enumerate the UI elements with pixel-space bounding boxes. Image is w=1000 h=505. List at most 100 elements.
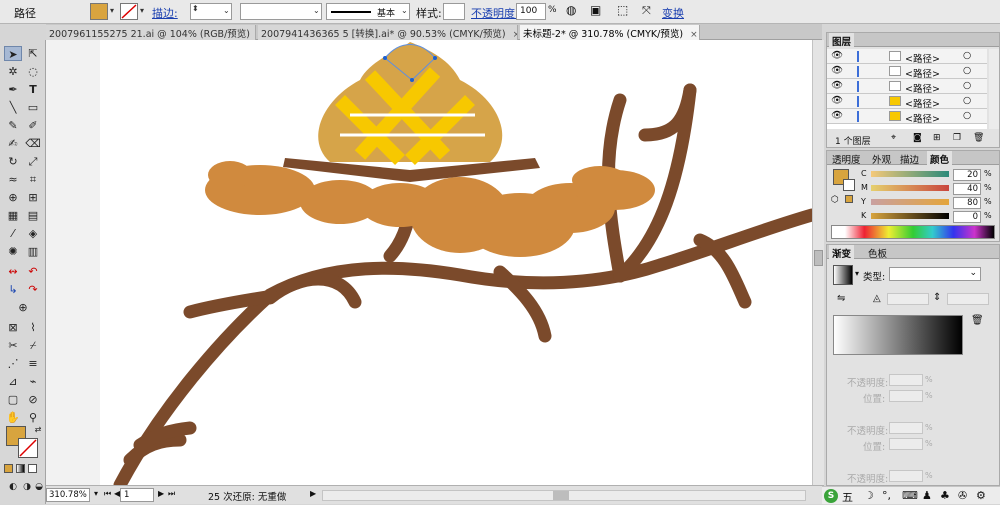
rotate-tool-icon[interactable]: ↻ xyxy=(4,154,22,169)
opacity-field[interactable]: 100 xyxy=(516,3,546,20)
stop-location-field[interactable] xyxy=(889,438,923,450)
scissors-tool-icon[interactable]: ✂ xyxy=(4,338,22,353)
color-mode-icon[interactable] xyxy=(4,464,13,473)
horizontal-scrollbar[interactable] xyxy=(322,490,806,501)
zoom-field[interactable]: 310.78% xyxy=(46,488,90,502)
status-menu-icon[interactable]: ▶ xyxy=(310,489,316,498)
rectangle-tool-icon[interactable]: ▭ xyxy=(24,100,42,115)
user-icon[interactable]: ♟ xyxy=(922,489,932,502)
tab-gradient[interactable]: 渐变 xyxy=(829,245,855,260)
measure-tool-icon[interactable]: ⊿ xyxy=(4,374,22,389)
gamut-swatch[interactable] xyxy=(845,195,853,203)
recolor-icon[interactable]: ◍ xyxy=(566,3,576,17)
mesh-tool-icon[interactable]: ▦ xyxy=(4,208,22,223)
transform-link[interactable]: 变换 xyxy=(662,5,684,21)
yellow-value[interactable]: 80 xyxy=(953,197,981,209)
gradient-tool-icon[interactable]: ▤ xyxy=(24,208,42,223)
color-spectrum[interactable] xyxy=(831,225,995,239)
settings-icon[interactable]: ⚙ xyxy=(976,489,986,502)
slider-track[interactable] xyxy=(871,185,949,191)
ime-logo-icon[interactable]: S xyxy=(824,489,838,503)
black-slider[interactable]: K xyxy=(861,211,957,223)
stop-opacity-field[interactable] xyxy=(889,422,923,434)
hand-tool-icon[interactable]: ✋ xyxy=(4,410,22,425)
line-tool-icon[interactable]: ╲ xyxy=(4,100,22,115)
scale-tool-icon[interactable]: ⤢ xyxy=(24,154,42,169)
layers-scrollbar[interactable] xyxy=(989,49,999,129)
blob-brush-tool-icon[interactable]: ✍ xyxy=(4,136,22,151)
lasso-tool-icon[interactable]: ◌ xyxy=(24,64,42,79)
chevron-down-icon[interactable]: ⌄ xyxy=(223,6,230,15)
live-paint-select-tool-icon[interactable]: ≡ xyxy=(24,356,42,371)
shape-builder-tool-icon[interactable]: ⊕ xyxy=(4,190,22,205)
stroke-swatch[interactable] xyxy=(18,438,38,458)
target-icon[interactable]: ○ xyxy=(963,80,971,91)
close-icon[interactable]: × xyxy=(513,30,517,40)
live-paint-tool-icon[interactable]: ⋰ xyxy=(4,356,22,371)
gradient-thumbnail[interactable] xyxy=(833,265,853,285)
slider-track[interactable] xyxy=(871,199,949,205)
eye-icon[interactable]: 👁 xyxy=(831,65,843,76)
eraser-tool-icon[interactable]: ⌫ xyxy=(24,136,42,151)
tab-stroke[interactable]: 描边 xyxy=(897,151,922,166)
eye-icon[interactable]: 👁 xyxy=(831,50,843,61)
first-page-icon[interactable]: ⏮ xyxy=(104,489,111,499)
direct-selection-tool-icon[interactable]: ⇱ xyxy=(24,46,42,61)
page-field[interactable]: 1 xyxy=(120,488,154,502)
crosshair-tool-icon[interactable]: ⊕ xyxy=(14,300,32,315)
layer-name[interactable]: <路径> xyxy=(905,111,940,125)
knife-tool-icon[interactable]: ⌿ xyxy=(24,338,42,353)
smooth-tool-icon[interactable]: ↷ xyxy=(24,282,42,297)
layer-row[interactable]: 👁 <路径> ○ xyxy=(827,64,987,80)
aspect-ratio-field[interactable] xyxy=(947,293,989,305)
target-icon[interactable]: ○ xyxy=(963,50,971,61)
new-layer-icon[interactable]: ❐ xyxy=(953,133,961,143)
gradient-type-dropdown[interactable]: ⌄ xyxy=(889,267,981,281)
artwork[interactable] xyxy=(100,40,819,492)
chevron-down-icon[interactable]: ▾ xyxy=(94,489,98,498)
target-icon[interactable]: ○ xyxy=(963,95,971,106)
stop-location-field[interactable] xyxy=(889,390,923,402)
punctuation-icon[interactable]: °, xyxy=(882,489,891,502)
last-page-icon[interactable]: ⏭ xyxy=(168,489,175,499)
layer-row[interactable]: 👁 <路径> ○ xyxy=(827,94,987,110)
tab-appearance[interactable]: 外观 xyxy=(869,151,894,166)
delete-stop-icon[interactable]: 🗑 xyxy=(971,315,984,326)
transform-icon[interactable]: ⤧ xyxy=(642,4,651,18)
locate-object-icon[interactable]: ⌖ xyxy=(891,133,896,143)
swap-colors-icon[interactable]: ⇄ xyxy=(29,422,47,437)
width-tool-icon[interactable]: ↭ xyxy=(4,264,22,279)
ime-mode[interactable]: 五 xyxy=(842,489,853,505)
warp-tool-icon[interactable]: ≈ xyxy=(4,172,22,187)
color-stroke-swatch[interactable] xyxy=(843,179,855,191)
target-icon[interactable]: ○ xyxy=(963,65,971,76)
tab-swatches[interactable]: 色板 xyxy=(865,245,890,260)
graph-tool-icon[interactable]: ⌁ xyxy=(24,374,42,389)
stop-opacity-field[interactable] xyxy=(889,470,923,482)
gradient-mode-icon[interactable] xyxy=(16,464,25,473)
tools-icon[interactable]: ✇ xyxy=(958,489,967,502)
reshape-tool-icon[interactable]: ↶ xyxy=(24,264,42,279)
artboard-select-icon[interactable]: ▢ xyxy=(4,392,22,407)
eye-icon[interactable]: 👁 xyxy=(831,95,843,106)
pen-tool-icon[interactable]: ✒ xyxy=(4,82,22,97)
magic-wand-tool-icon[interactable]: ✲ xyxy=(4,64,22,79)
type-tool-icon[interactable]: T xyxy=(24,82,42,97)
tab-transparency[interactable]: 透明度 xyxy=(829,151,864,166)
stroke-weight-spinner-icon[interactable]: ⬍ xyxy=(192,4,199,13)
tab-layers[interactable]: 图层 xyxy=(829,33,855,48)
stroke-none-swatch[interactable] xyxy=(120,3,138,20)
blend-tool-icon[interactable]: ◈ xyxy=(24,226,42,241)
perspective-grid-tool-icon[interactable]: ⊞ xyxy=(24,190,42,205)
magenta-slider[interactable]: M xyxy=(861,183,957,195)
brush-definition-dropdown[interactable]: 基本 ⌄ xyxy=(326,3,410,20)
doc-tab-1[interactable]: 2007961155275 21.ai @ 104% (RGB/预览) × xyxy=(46,25,256,40)
variable-width-dropdown[interactable]: ⌄ xyxy=(240,3,322,20)
reverse-gradient-icon[interactable]: ⇋ xyxy=(837,293,845,304)
stroke-link[interactable]: 描边: xyxy=(152,5,178,21)
symbol-sprayer-tool-icon[interactable]: ✺ xyxy=(4,244,22,259)
doc-tab-2[interactable]: 2007941436365 5 [转换].ai* @ 90.53% (CMYK/… xyxy=(258,25,518,40)
eyedropper-tool-icon[interactable]: ⁄ xyxy=(4,226,22,241)
stop-opacity-field[interactable] xyxy=(889,374,923,386)
new-sublayer-icon[interactable]: ⊞ xyxy=(933,133,941,143)
